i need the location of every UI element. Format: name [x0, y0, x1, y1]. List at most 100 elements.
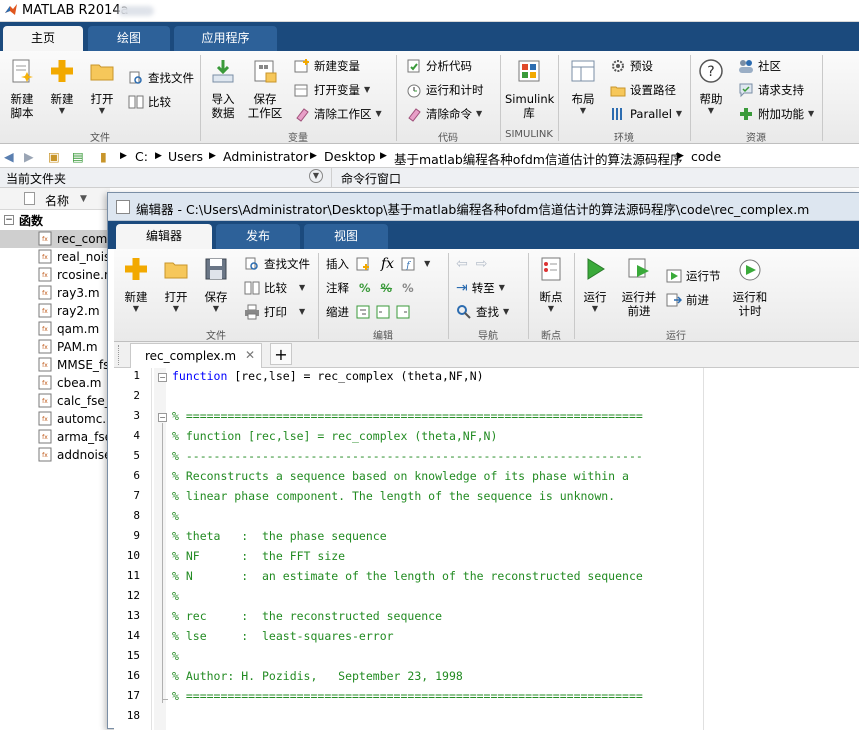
- goto-button[interactable]: ⇥ 转至 ▼: [456, 278, 505, 298]
- file-row[interactable]: fx calc_fse_: [0, 392, 110, 410]
- uncomment-icon[interactable]: %: [381, 278, 393, 298]
- file-row[interactable]: fx automc.r: [0, 410, 110, 428]
- file-row[interactable]: fx arma_fse: [0, 428, 110, 446]
- save-workspace-button[interactable]: 保存 工作区: [246, 57, 284, 120]
- indent-button[interactable]: 缩进: [326, 302, 415, 322]
- analyze-code-button[interactable]: 分析代码: [406, 56, 472, 76]
- advance-button[interactable]: 前进: [666, 290, 709, 310]
- browse-folder-icon[interactable]: ▤: [72, 149, 84, 164]
- clear-workspace-button[interactable]: 清除工作区 ▼: [294, 104, 382, 124]
- nav-forward-icon[interactable]: ⇨: [476, 254, 488, 274]
- open-dropdown-icon[interactable]: ▼: [86, 106, 118, 116]
- layout-dropdown-icon[interactable]: ▼: [566, 106, 600, 116]
- code-line[interactable]: % lse : least-squares-error: [172, 629, 394, 643]
- file-row[interactable]: fx qam.m: [0, 320, 110, 338]
- editor-save-button[interactable]: 保存 ▼: [198, 255, 234, 314]
- name-column-header[interactable]: 名称: [45, 192, 69, 209]
- run-and-time-button[interactable]: 运行和计时: [406, 80, 484, 100]
- clear-workspace-dropdown-icon[interactable]: ▼: [376, 104, 382, 124]
- open-button[interactable]: 打开 ▼: [86, 57, 118, 116]
- nav-back-forward[interactable]: ⇦ ⇨: [456, 254, 487, 274]
- run-section-button[interactable]: 运行节: [666, 266, 721, 286]
- breakpoints-button[interactable]: 断点 ▼: [534, 255, 568, 314]
- back-arrow-icon[interactable]: ◀: [4, 149, 14, 164]
- clear-commands-dropdown-icon[interactable]: ▼: [476, 104, 482, 124]
- simulink-library-button[interactable]: Simulink 库: [505, 57, 554, 120]
- addons-dropdown-icon[interactable]: ▼: [808, 104, 814, 124]
- editor-print-dropdown-icon[interactable]: ▼: [299, 302, 305, 322]
- wrap-comment-icon[interactable]: %: [402, 278, 414, 298]
- tab-home[interactable]: 主页: [3, 26, 83, 51]
- file-row[interactable]: fx rec_comp: [0, 230, 110, 248]
- tab-editor[interactable]: 编辑器: [116, 224, 212, 249]
- close-tab-icon[interactable]: ✕: [245, 348, 255, 362]
- file-row[interactable]: fx PAM.m: [0, 338, 110, 356]
- new-button[interactable]: 新建 ▼: [46, 57, 78, 116]
- goto-dropdown-icon[interactable]: ▼: [499, 278, 505, 298]
- code-line[interactable]: % theta : the phase sequence: [172, 529, 387, 543]
- code-line[interactable]: % ======================================…: [172, 689, 643, 703]
- code-line[interactable]: %: [172, 649, 179, 663]
- open-variable-dropdown-icon[interactable]: ▼: [364, 80, 370, 100]
- tab-publish[interactable]: 发布: [216, 224, 300, 249]
- panel-menu-icon[interactable]: ▼: [309, 169, 323, 183]
- addons-button[interactable]: 附加功能 ▼: [738, 104, 814, 124]
- code-line[interactable]: % --------------------------------------…: [172, 449, 643, 463]
- help-dropdown-icon[interactable]: ▼: [696, 106, 726, 116]
- code-line[interactable]: % ======================================…: [172, 409, 643, 423]
- breadcrumb-c[interactable]: C:: [135, 149, 148, 164]
- open-variable-button[interactable]: 打开变量 ▼: [294, 80, 370, 100]
- code-line[interactable]: % Author: H. Pozidis, September 23, 1998: [172, 669, 463, 683]
- nav-back-icon[interactable]: ⇦: [456, 254, 468, 274]
- insert-dropdown-icon[interactable]: ▼: [424, 254, 430, 274]
- breadcrumb-project[interactable]: 基于matlab编程各种ofdm信道估计的算法源码程序: [394, 149, 682, 168]
- run-and-time-editor-button[interactable]: 运行和 计时: [730, 255, 770, 318]
- sort-arrow-icon[interactable]: ▼: [80, 194, 87, 204]
- run-dropdown-icon[interactable]: ▼: [580, 304, 610, 314]
- code-line[interactable]: % NF : the FFT size: [172, 549, 345, 563]
- code-line[interactable]: function [rec,lse] = rec_complex (theta,…: [172, 369, 484, 383]
- comment-percent-icon[interactable]: %: [359, 278, 371, 298]
- find-files-button[interactable]: 查找文件: [128, 68, 194, 88]
- code-line[interactable]: % Reconstructs a sequence based on knowl…: [172, 469, 629, 483]
- code-line[interactable]: % linear phase component. The length of …: [172, 489, 615, 503]
- parallel-button[interactable]: Parallel ▼: [610, 104, 682, 124]
- new-script-button[interactable]: 新建 脚本: [6, 57, 38, 120]
- add-tab-icon[interactable]: +: [270, 343, 292, 365]
- tab-apps[interactable]: 应用程序: [174, 26, 277, 51]
- file-row[interactable]: fx addnoise: [0, 446, 110, 464]
- editor-compare-dropdown-icon[interactable]: ▼: [299, 278, 305, 298]
- new-variable-button[interactable]: 新建变量: [294, 56, 360, 76]
- file-row[interactable]: fx cbea.m: [0, 374, 110, 392]
- editor-new-dropdown-icon[interactable]: ▼: [118, 304, 154, 314]
- clear-commands-button[interactable]: 清除命令 ▼: [406, 104, 482, 124]
- up-folder-icon[interactable]: ▣: [48, 149, 60, 164]
- run-and-advance-button[interactable]: 运行并 前进: [618, 255, 660, 318]
- insert-button[interactable]: 插入 fx f ▼: [326, 254, 430, 274]
- breakpoints-dropdown-icon[interactable]: ▼: [534, 304, 568, 314]
- collapse-icon[interactable]: −: [4, 215, 14, 225]
- compare-button[interactable]: 比较: [128, 92, 171, 112]
- tab-view[interactable]: 视图: [304, 224, 388, 249]
- fx-icon[interactable]: fx: [381, 254, 394, 274]
- file-row[interactable]: fx MMSE_fs: [0, 356, 110, 374]
- code-line[interactable]: %: [172, 509, 179, 523]
- file-row[interactable]: fx ray2.m: [0, 302, 110, 320]
- tab-plots[interactable]: 绘图: [88, 26, 170, 51]
- code-line[interactable]: % rec : the reconstructed sequence: [172, 609, 442, 623]
- parallel-dropdown-icon[interactable]: ▼: [676, 104, 682, 124]
- breadcrumb-code[interactable]: code: [691, 149, 721, 164]
- file-row[interactable]: fx real_nois: [0, 248, 110, 266]
- help-button[interactable]: ? 帮助 ▼: [696, 57, 726, 116]
- code-editor[interactable]: 1 2 3 4 5 6 7 8 9 10 11 12 13 14 15 16 17 18 function [re…: [114, 368, 859, 730]
- find-button[interactable]: 查找 ▼: [456, 302, 509, 322]
- run-button[interactable]: 运行 ▼: [580, 255, 610, 314]
- editor-open-button[interactable]: 打开 ▼: [158, 255, 194, 314]
- breadcrumb-desktop[interactable]: Desktop: [324, 149, 376, 164]
- functions-group-row[interactable]: − 函数: [0, 212, 110, 230]
- set-path-button[interactable]: 设置路径: [610, 80, 676, 100]
- request-support-button[interactable]: 请求支持: [738, 80, 804, 100]
- fold-function-icon[interactable]: −: [158, 373, 167, 382]
- preferences-button[interactable]: 预设: [610, 56, 653, 76]
- doc-tab-rec-complex[interactable]: rec_complex.m ✕: [130, 343, 262, 368]
